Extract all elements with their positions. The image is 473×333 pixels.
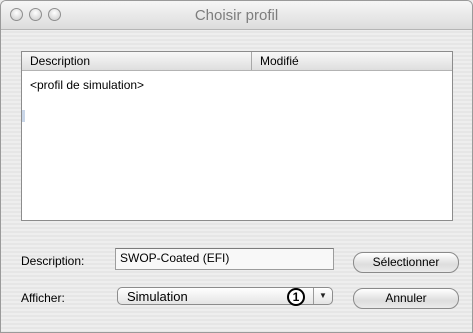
description-field-value: SWOP-Coated (EFI) — [120, 251, 230, 265]
window-title: Choisir profil — [194, 7, 279, 24]
table-row[interactable]: <profil de simulation> — [30, 78, 144, 92]
chevron-down-icon: ▼ — [313, 288, 332, 304]
select-button[interactable]: Sélectionner — [353, 252, 459, 273]
choose-profile-dialog: Choisir profil Description Modifié <prof… — [0, 0, 473, 333]
description-label: Description: — [21, 254, 85, 268]
callout-number-badge: 1 — [287, 288, 305, 306]
cancel-button[interactable]: Annuler — [353, 288, 459, 309]
profile-table[interactable]: Description Modifié <profil de simulatio… — [21, 51, 453, 221]
description-field[interactable]: SWOP-Coated (EFI) — [115, 248, 334, 270]
column-divider[interactable] — [251, 52, 252, 70]
column-header-description[interactable]: Description — [30, 54, 90, 68]
afficher-selected-value: Simulation — [127, 289, 188, 304]
column-header-modified[interactable]: Modifié — [260, 54, 299, 68]
table-header: Description Modifié — [22, 52, 452, 71]
title-bar: Choisir profil — [1, 1, 472, 30]
table-focus-mark — [22, 110, 25, 122]
row-description: <profil de simulation> — [30, 78, 145, 92]
afficher-label: Afficher: — [21, 291, 65, 305]
